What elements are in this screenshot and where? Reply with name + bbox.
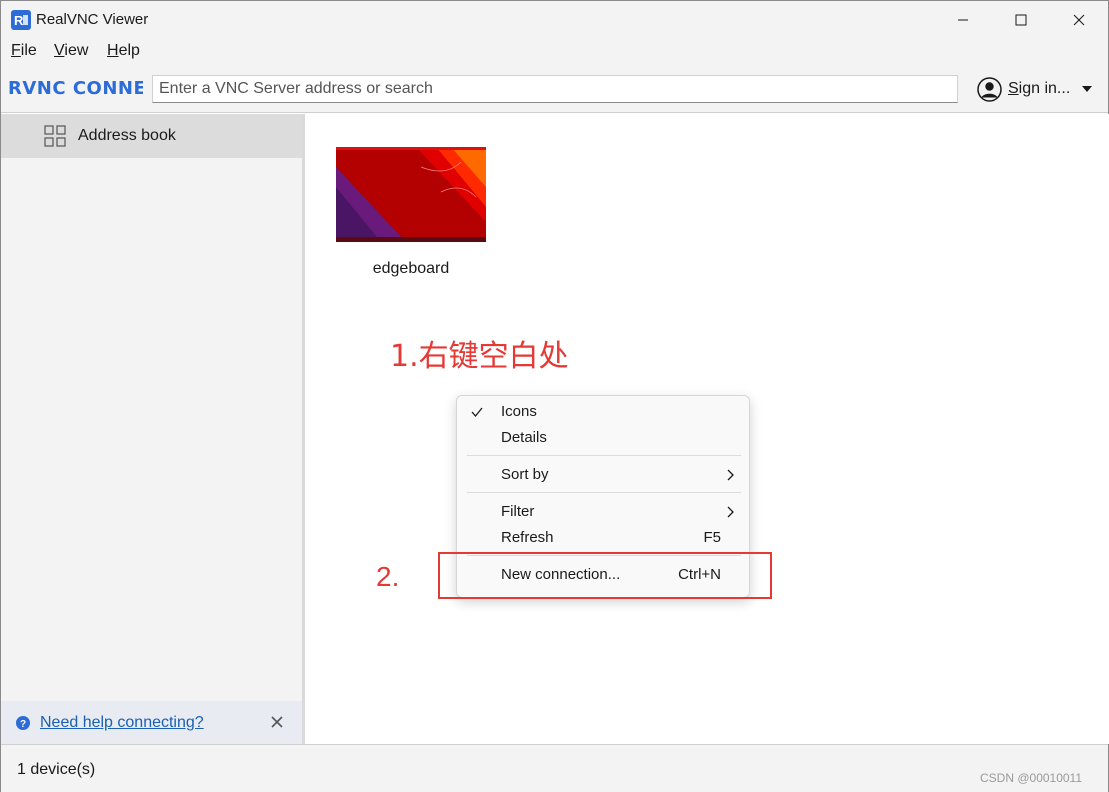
realvnc-app-icon: R bbox=[11, 10, 31, 30]
app-window: R RealVNC Viewer File View Help RVNC CON… bbox=[0, 0, 1109, 792]
rvnc-connect-logo: RVNC CONNECT bbox=[8, 78, 143, 99]
window-title: RealVNC Viewer bbox=[36, 11, 149, 28]
device-thumbnail-image bbox=[336, 147, 486, 242]
svg-text:RVNC CONNECT: RVNC CONNECT bbox=[8, 78, 143, 99]
help-link[interactable]: Need help connecting? bbox=[40, 714, 204, 732]
svg-text:?: ? bbox=[20, 719, 26, 730]
close-icon[interactable] bbox=[269, 714, 285, 730]
context-menu-label: Refresh bbox=[501, 529, 554, 546]
close-button[interactable] bbox=[1050, 1, 1108, 39]
chevron-right-icon bbox=[727, 506, 734, 518]
menu-separator bbox=[467, 492, 741, 493]
minimize-button[interactable] bbox=[934, 1, 992, 39]
device-count: 1 device(s) bbox=[17, 761, 96, 778]
context-menu-label: Icons bbox=[501, 403, 537, 420]
menu-separator bbox=[467, 455, 741, 456]
maximize-icon bbox=[1015, 14, 1027, 26]
menu-help[interactable]: Help bbox=[107, 42, 140, 60]
sidebar-item-label: Address book bbox=[78, 127, 176, 144]
svg-text:R: R bbox=[14, 13, 24, 28]
context-menu-label: Filter bbox=[501, 503, 535, 520]
sidebar-item-address-book[interactable]: Address book bbox=[1, 114, 302, 158]
device-name: edgeboard bbox=[372, 260, 450, 277]
close-icon bbox=[1073, 14, 1085, 26]
annotation-step1: 1.右键空白处 bbox=[390, 339, 569, 374]
context-menu-label: Details bbox=[501, 429, 547, 446]
menu-view[interactable]: View bbox=[54, 42, 88, 60]
context-menu-item-sort-by[interactable]: Sort by bbox=[457, 462, 751, 488]
context-menu-label: Sort by bbox=[501, 466, 549, 483]
maximize-button[interactable] bbox=[992, 1, 1050, 39]
user-avatar-icon bbox=[977, 76, 1002, 102]
shortcut-label: F5 bbox=[703, 529, 721, 546]
device-thumbnail[interactable] bbox=[336, 147, 486, 242]
chevron-down-icon bbox=[1082, 86, 1093, 92]
title-bar: R RealVNC Viewer bbox=[1, 1, 1108, 39]
grid-icon bbox=[44, 125, 66, 147]
menu-file[interactable]: File bbox=[11, 42, 37, 60]
context-menu-item-details[interactable]: Details bbox=[457, 425, 751, 451]
search-input[interactable] bbox=[152, 75, 958, 103]
sign-in-label: Sign in... bbox=[1008, 80, 1071, 97]
context-menu-item-icons[interactable]: Icons bbox=[457, 399, 751, 425]
help-bar: ? Need help connecting? bbox=[1, 701, 302, 744]
status-bar: 1 device(s) CSDN @00010011 bbox=[1, 744, 1108, 792]
watermark: CSDN @00010011 bbox=[980, 771, 1083, 785]
menu-bar: File View Help bbox=[1, 39, 1108, 63]
sign-in-button[interactable]: Sign in... bbox=[977, 75, 1102, 103]
chevron-right-icon bbox=[727, 469, 734, 481]
toolbar: RVNC CONNECT Sign in... bbox=[1, 63, 1108, 113]
context-menu-item-filter[interactable]: Filter bbox=[457, 499, 751, 525]
checkmark-icon bbox=[471, 407, 483, 418]
minimize-icon bbox=[958, 19, 968, 21]
sidebar: Address book ? Need help connecting? bbox=[1, 114, 302, 744]
context-menu-item-refresh[interactable]: Refresh F5 bbox=[457, 525, 751, 551]
question-icon: ? bbox=[16, 715, 30, 730]
annotation-highlight-box bbox=[438, 552, 772, 599]
annotation-step2: 2. bbox=[376, 561, 400, 592]
